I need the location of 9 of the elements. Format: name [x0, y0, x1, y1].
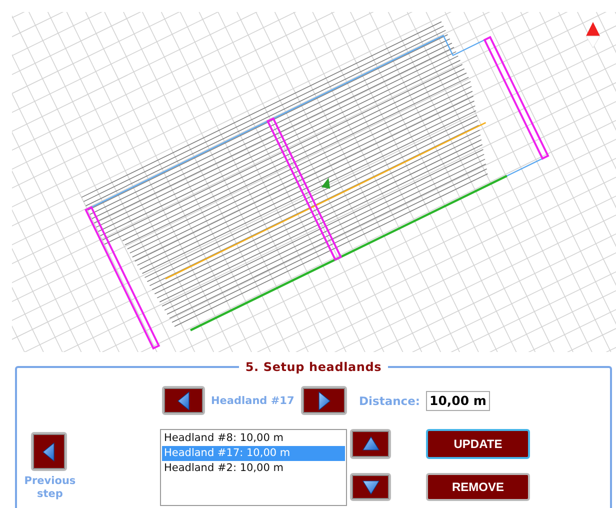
panel-title: 5. Setup headlands [244, 360, 383, 374]
headland-list-item[interactable]: Headland #2: 10,00 m [162, 461, 345, 476]
remove-button[interactable]: REMOVE [426, 473, 530, 501]
update-button[interactable]: UPDATE [426, 429, 530, 459]
headland-label: Headland #17 [211, 394, 294, 406]
distance-label: Distance: [359, 394, 420, 408]
headland-list-item[interactable]: Headland #8: 10,00 m [162, 431, 345, 446]
previous-step-label: Previous step [23, 475, 77, 501]
distance-field[interactable]: 10,00 m [426, 390, 490, 410]
